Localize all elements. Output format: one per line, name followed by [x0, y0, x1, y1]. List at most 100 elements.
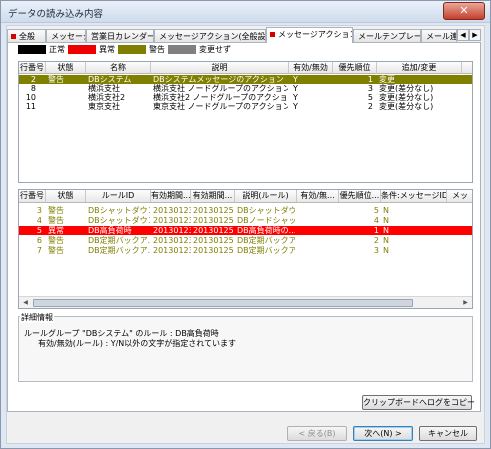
column-header[interactable]: 有効期間... [151, 190, 191, 202]
cell-name: DBシステム [88, 75, 132, 84]
cell-enabled: Y [293, 75, 298, 84]
column-header[interactable]: 行番号 [19, 190, 46, 202]
details-title: 詳細情報 [20, 312, 54, 323]
horizontal-scrollbar[interactable]: ◀ ▶ [19, 296, 472, 308]
table-row[interactable]: 4 警告 DBシャットダウン2 20130123 20130125 DBノードシ… [19, 216, 472, 225]
cell-line: 8 [30, 84, 36, 93]
table-row[interactable]: 11 東京支社 東京支社 ノードグループのアクション Y 2 変更(差分なし) [19, 102, 472, 111]
details-group [18, 316, 473, 382]
cell-line: 11 [25, 102, 36, 111]
legend-label: 異常 [99, 45, 115, 54]
tab-label: メッセージ [51, 32, 85, 41]
tab-general[interactable]: 全般 [7, 29, 46, 42]
cell-to: 20130125 [193, 246, 233, 255]
cell-enabled [301, 206, 337, 215]
close-button[interactable]: ✕ [443, 2, 485, 20]
table-row[interactable]: 8 横浜支社 横浜支社 ノードグループのアクション Y 3 変更(差分なし) [19, 84, 472, 93]
cell-enabled [301, 246, 337, 255]
cell-cond: N [383, 236, 389, 245]
cell-status [48, 84, 84, 93]
tab-message-action-general[interactable]: メッセージアクション(全般設定) [154, 29, 266, 42]
cell-rule: DB定期バックア... [88, 246, 150, 255]
legend-swatch [68, 45, 96, 54]
cell-name: 横浜支社 [88, 84, 120, 93]
tab-message-action[interactable]: メッセージアクション [266, 27, 353, 43]
rule-grid[interactable]: 行番号 状態 ルールID 有効期間... 有効期間... 説明(ルール) 有効/… [18, 189, 473, 309]
table-row[interactable]: 3 警告 DBシャットダウン1 20130123 20130125 DBシャット… [19, 206, 472, 215]
legend-item-normal: 正常 [18, 45, 65, 55]
tab-label: メッセージアクション [278, 30, 353, 39]
column-header[interactable]: 条件:メッセージID [381, 190, 447, 202]
cancel-button[interactable]: キャンセル [419, 426, 477, 441]
legend-label: 変更せず [199, 45, 231, 54]
tab-scroll-right-button[interactable]: ▶ [469, 29, 481, 41]
tab-mail-link[interactable]: メール連 [421, 29, 457, 42]
table-row[interactable]: 5 異常 DB高負荷時 20130123 20130125 DB高負荷時の...… [19, 226, 472, 235]
cell-from: 20130123 [153, 206, 191, 215]
cell-line: 5 [36, 226, 42, 235]
scroll-right-icon[interactable]: ▶ [460, 298, 471, 308]
tab-label: 営業日カレンダー [91, 32, 154, 41]
cell-name: 東京支社 [88, 102, 120, 111]
column-header[interactable]: ルールID [86, 190, 151, 202]
table-row[interactable]: 2 警告 DBシステム DBシステムメッセージのアクション Y 1 変更 [19, 75, 472, 84]
column-header[interactable]: 優先順位... [339, 190, 381, 202]
column-header[interactable]: 有効期間... [191, 190, 235, 202]
cell-from: 20130123 [153, 216, 191, 225]
action-grid[interactable]: 行番号 状態 名称 説明 有効/無効 優先順位 追加/変更 2 警告 DBシステ… [18, 61, 473, 183]
cell-name: 横浜支社2 [88, 93, 126, 102]
tab-scroll-left-button[interactable]: ◀ [457, 29, 469, 41]
copy-log-button[interactable]: クリップボードへログをコピー [362, 395, 475, 410]
cell-enabled: Y [293, 102, 298, 111]
cell-priority: 3 [367, 84, 373, 93]
column-header[interactable]: 追加/変更 [377, 62, 462, 74]
cell-line: 4 [36, 216, 42, 225]
column-header[interactable]: メッ [447, 190, 472, 202]
column-header[interactable]: 有効/無... [297, 190, 339, 202]
tab-business-calendar[interactable]: 営業日カレンダー [86, 29, 154, 42]
window-title: データの読み込み内容 [8, 9, 104, 20]
scroll-left-icon[interactable]: ◀ [20, 298, 31, 308]
cell-from: 20130123 [153, 226, 191, 235]
table-row[interactable]: 10 横浜支社2 横浜支社2 ノードグループのアクション Y 5 変更(差分なし… [19, 93, 472, 102]
cell-status: 警告 [48, 75, 64, 84]
cell-priority: 4 [373, 216, 379, 225]
tab-message[interactable]: メッセージ [46, 29, 86, 42]
column-header[interactable]: 優先順位 [333, 62, 377, 74]
cell-status: 警告 [48, 246, 64, 255]
legend-label: 正常 [49, 45, 65, 54]
cell-priority: 2 [367, 102, 373, 111]
cell-desc: 横浜支社2 ノードグループのアクション [153, 93, 288, 102]
table-row[interactable]: 6 警告 DB定期バックア... 20130123 20130125 DB定期バ… [19, 236, 472, 245]
cell-status: 警告 [48, 206, 64, 215]
cell-change: 変更 [379, 75, 395, 84]
tab-label: メッセージアクション(全般設定) [159, 32, 266, 41]
details-line: 有効/無効(ルール) : Y/N以外の文字が指定されています [38, 339, 237, 348]
column-header[interactable]: 名称 [86, 62, 151, 74]
column-header[interactable]: 行番号 [19, 62, 46, 74]
column-header[interactable]: 有効/無効 [289, 62, 333, 74]
cell-priority: 1 [373, 226, 379, 235]
cell-rule: DB高負荷時 [88, 226, 132, 235]
legend-swatch [168, 45, 196, 54]
cell-enabled [301, 236, 337, 245]
column-header[interactable]: 状態 [46, 62, 86, 74]
scroll-thumb[interactable] [33, 299, 413, 307]
cell-cond: N [383, 206, 389, 215]
tab-label: メール連 [426, 32, 457, 41]
cell-rule: DBシャットダウン1 [88, 206, 150, 215]
cell-desc: DBノードシャット... [237, 216, 295, 225]
back-button[interactable]: < 戻る(B) [287, 426, 347, 441]
column-header[interactable]: 説明(ルール) [235, 190, 297, 202]
column-header[interactable]: 状態 [46, 190, 86, 202]
tab-mail-template[interactable]: メールテンプレート [353, 29, 421, 42]
cell-change: 変更(差分なし) [379, 93, 434, 102]
cell-rule: DB定期バックア... [88, 236, 150, 245]
legend-item-warning: 警告 [118, 45, 165, 55]
table-row[interactable]: 7 警告 DB定期バックア... 20130123 20130125 DB定期バ… [19, 246, 472, 255]
cell-status [48, 93, 84, 102]
next-button[interactable]: 次へ(N) > [353, 426, 413, 441]
cell-from: 20130123 [153, 246, 191, 255]
cell-to: 20130125 [193, 216, 233, 225]
column-header[interactable]: 説明 [151, 62, 289, 74]
